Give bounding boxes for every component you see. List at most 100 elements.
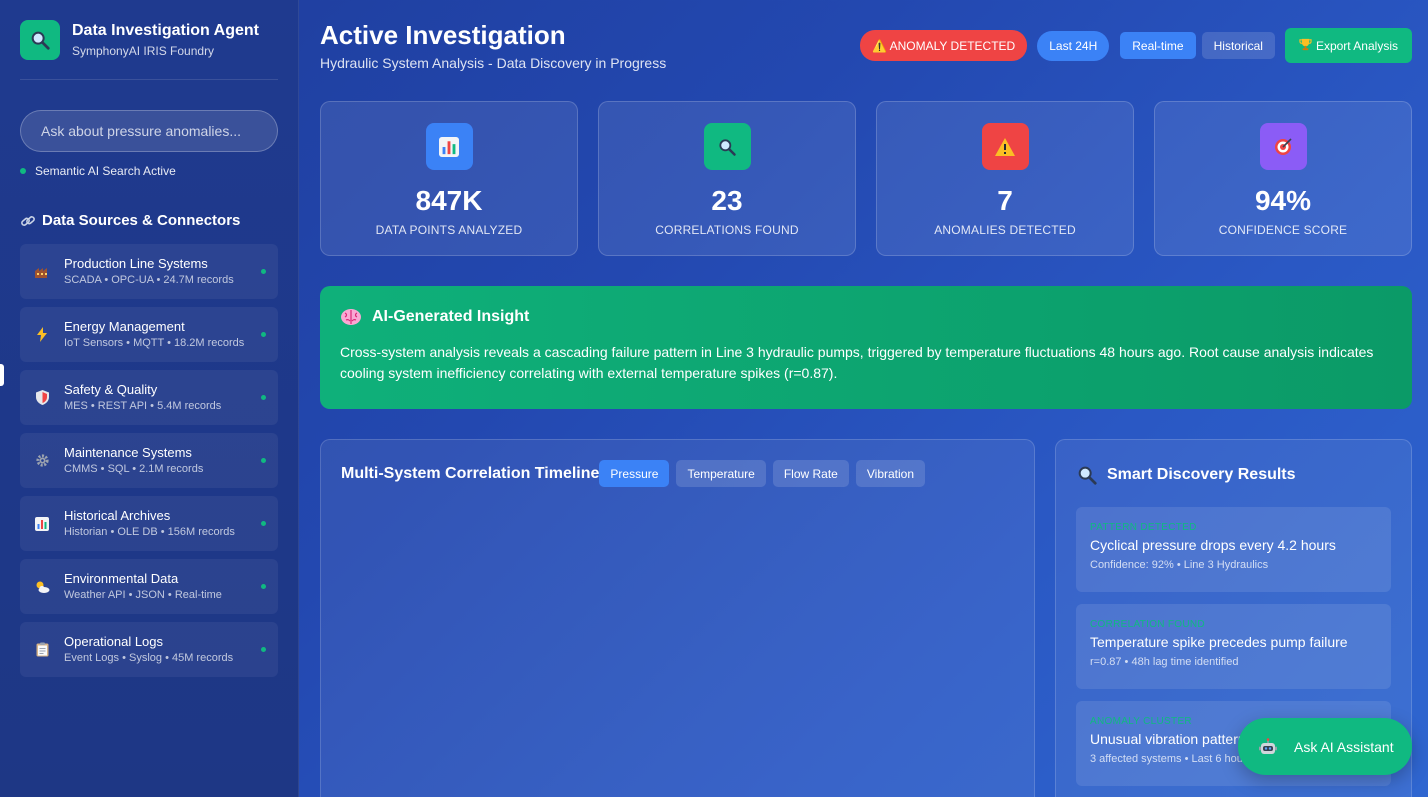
source-name: Safety & Quality (64, 382, 158, 397)
source-status-dot (261, 458, 266, 463)
source-name: Energy Management (64, 319, 185, 334)
link-icon (20, 213, 36, 229)
source-list: Production Line Systems SCADA • OPC-UA •… (20, 244, 278, 677)
stat-label: CONFIDENCE SCORE (1218, 223, 1348, 237)
source-status-dot (261, 332, 266, 337)
warning-icon (981, 123, 1029, 170)
mode-historical-button[interactable]: Historical (1201, 32, 1275, 59)
insight-title: AI-Generated Insight (372, 308, 530, 325)
bar-chart-icon (425, 123, 473, 170)
main-content: Active Investigation Hydraulic System An… (320, 0, 1412, 797)
timeline-title: Multi-System Correlation Timeline (341, 464, 600, 482)
anomaly-badge[interactable]: ⚠️ ANOMALY DETECTED (860, 30, 1028, 61)
discovery-meta: Confidence: 92% • Line 3 Hydraulics (1090, 559, 1269, 571)
stats-row: 847K DATA POINTS ANALYZED 23 CORRELATION… (320, 101, 1412, 256)
source-name: Operational Logs (64, 634, 164, 649)
source-meta: IoT Sensors • MQTT • 18.2M records (64, 337, 245, 349)
robot-icon (1258, 737, 1278, 756)
magnifier-icon (703, 123, 751, 170)
clipboard-icon (34, 642, 50, 658)
mode-realtime-button[interactable]: Real-time (1120, 32, 1196, 59)
source-meta: Weather API • JSON • Real-time (64, 589, 222, 601)
search-input[interactable] (41, 123, 257, 139)
correlation-timeline-panel: Multi-System Correlation Timeline Pressu… (320, 439, 1035, 797)
target-icon (1259, 123, 1307, 170)
stat-value: 94% (1254, 185, 1312, 216)
export-label: Export Analysis (1315, 38, 1398, 53)
discovery-title: Smart Discovery Results (1107, 466, 1296, 483)
status-dot (20, 168, 26, 174)
brand-header: Data Investigation Agent SymphonyAI IRIS… (20, 0, 278, 80)
source-meta: CMMS • SQL • 2.1M records (64, 463, 204, 475)
insight-text: Cross-system analysis reveals a cascadin… (340, 344, 1374, 381)
tab-pressure[interactable]: Pressure (599, 460, 670, 487)
stat-label: CORRELATIONS FOUND (655, 223, 799, 237)
source-meta: Event Logs • Syslog • 45M records (64, 652, 234, 664)
factory-icon (34, 264, 50, 280)
stat-card-confidence: 94% CONFIDENCE SCORE (1154, 101, 1412, 256)
tab-temperature[interactable]: Temperature (676, 460, 766, 487)
timeline-chart-area[interactable] (341, 502, 1016, 797)
source-item-energy[interactable]: Energy Management IoT Sensors • MQTT • 1… (20, 307, 278, 362)
discovery-meta: r=0.87 • 48h lag time identified (1090, 656, 1239, 668)
source-name: Historical Archives (64, 508, 171, 523)
discovery-item[interactable]: PATTERN DETECTED Cyclical pressure drops… (1076, 507, 1391, 592)
stat-value: 23 (711, 185, 743, 216)
timeline-header: Multi-System Correlation Timeline Pressu… (341, 460, 932, 487)
stat-card-correlations: 23 CORRELATIONS FOUND (598, 101, 856, 256)
ask-ai-label: Ask AI Assistant (1294, 738, 1394, 755)
search-status: Semantic AI Search Active (20, 164, 278, 178)
source-name: Environmental Data (64, 571, 179, 586)
sources-title: Data Sources & Connectors (42, 212, 241, 229)
app-subtitle: SymphonyAI IRIS Foundry (72, 43, 215, 58)
search-box[interactable] (20, 110, 278, 152)
stat-value: 7 (997, 185, 1013, 216)
source-item-production[interactable]: Production Line Systems SCADA • OPC-UA •… (20, 244, 278, 299)
discovery-title-text: Cyclical pressure drops every 4.2 hours (1090, 537, 1336, 553)
weather-icon (34, 579, 50, 595)
stat-card-data-points: 847K DATA POINTS ANALYZED (320, 101, 578, 256)
export-analysis-button[interactable]: Export Analysis (1284, 28, 1412, 63)
source-item-logs[interactable]: Operational Logs Event Logs • Syslog • 4… (20, 622, 278, 677)
source-item-maintenance[interactable]: Maintenance Systems CMMS • SQL • 2.1M re… (20, 433, 278, 488)
ai-insight-card: AI-Generated Insight Cross-system analys… (320, 286, 1412, 409)
trophy-icon (1299, 38, 1312, 54)
metric-tabs: Pressure Temperature Flow Rate Vibration (599, 460, 932, 487)
app-title: Data Investigation Agent (72, 21, 259, 39)
source-meta: SCADA • OPC-UA • 24.7M records (64, 274, 234, 286)
page-title: Active Investigation (320, 20, 566, 50)
source-status-dot (261, 584, 266, 589)
search-status-label: Semantic AI Search Active (35, 164, 176, 178)
source-meta: Historian • OLE DB • 156M records (64, 526, 235, 538)
page-subtitle: Hydraulic System Analysis - Data Discove… (320, 55, 667, 71)
source-status-dot (261, 647, 266, 652)
source-status-dot (261, 269, 266, 274)
bar-chart-icon (34, 516, 50, 532)
source-meta: MES • REST API • 5.4M records (64, 400, 222, 412)
insight-header: AI-Generated Insight (340, 308, 1392, 326)
discovery-tag: PATTERN DETECTED (1090, 522, 1197, 533)
source-status-dot (261, 395, 266, 400)
ask-ai-assistant-button[interactable]: Ask AI Assistant (1238, 718, 1412, 775)
discovery-title-text: Temperature spike precedes pump failure (1090, 634, 1348, 650)
magnifier-icon (1076, 464, 1098, 486)
stat-label: DATA POINTS ANALYZED (375, 223, 523, 237)
sources-heading: Data Sources & Connectors (20, 212, 278, 229)
tab-vibration[interactable]: Vibration (855, 460, 926, 487)
source-item-safety[interactable]: Safety & Quality MES • REST API • 5.4M r… (20, 370, 278, 425)
stat-card-anomalies: 7 ANOMALIES DETECTED (876, 101, 1134, 256)
source-item-historical[interactable]: Historical Archives Historian • OLE DB •… (20, 496, 278, 551)
page-header: Active Investigation Hydraulic System An… (320, 0, 1412, 90)
discovery-header: Smart Discovery Results (1076, 464, 1391, 486)
discovery-tag: CORRELATION FOUND (1090, 619, 1205, 630)
discovery-item[interactable]: CORRELATION FOUND Temperature spike prec… (1076, 604, 1391, 689)
time-range-button[interactable]: Last 24H (1037, 30, 1110, 61)
tab-flow-rate[interactable]: Flow Rate (772, 460, 849, 487)
sidebar-resize-handle[interactable] (0, 364, 4, 386)
sidebar: Data Investigation Agent SymphonyAI IRIS… (0, 0, 299, 797)
magnifier-icon (20, 19, 60, 60)
source-item-environmental[interactable]: Environmental Data Weather API • JSON • … (20, 559, 278, 614)
shield-icon (34, 390, 50, 406)
stat-label: ANOMALIES DETECTED (934, 223, 1076, 237)
gear-icon (34, 453, 50, 469)
